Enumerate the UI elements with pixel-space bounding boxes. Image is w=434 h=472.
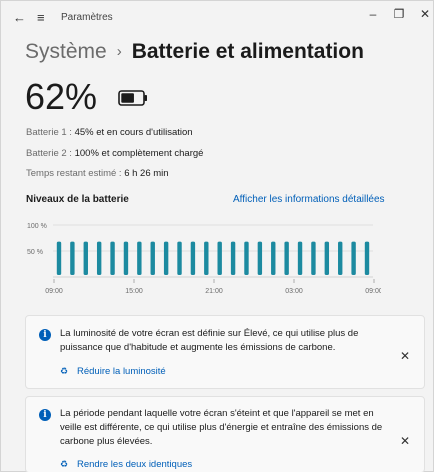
x-tick-label: 03:00 — [285, 288, 303, 295]
info-icon: i — [39, 409, 51, 421]
sleep-timeout-notification: i La période pendant laquelle votre écra… — [25, 396, 425, 472]
battery-bar — [284, 241, 289, 275]
brightness-notification: i La luminosité de votre écran est défin… — [25, 315, 425, 389]
battery-fill — [121, 93, 134, 103]
battery-bar — [177, 241, 182, 275]
battery-bar — [324, 241, 330, 275]
app-title: Paramètres — [61, 12, 113, 23]
battery-levels-title: Niveaux de la batterie — [26, 194, 129, 205]
battery-bar — [364, 241, 370, 275]
notification-text: La période pendant laquelle votre écran … — [60, 408, 383, 447]
battery-bar — [297, 241, 303, 275]
battery-bar — [244, 241, 249, 275]
battery-bar — [150, 241, 155, 275]
battery-2-label: Batterie 2 : — [26, 148, 75, 159]
notification-text: La luminosité de votre écran est définie… — [60, 328, 359, 353]
battery-bar — [83, 241, 88, 275]
x-tick-label: 15:00 — [125, 288, 143, 295]
reduce-brightness-label: Réduire la luminosité — [77, 366, 166, 377]
battery-2-status: Batterie 2 : 100% et complètement chargé — [26, 148, 203, 160]
make-identical-label: Rendre les deux identiques — [77, 459, 193, 470]
x-tick-label: 09:00 — [365, 288, 381, 295]
battery-bar — [123, 241, 129, 275]
breadcrumb-separator: › — [116, 43, 122, 60]
battery-2-value: 100% et complètement chargé — [74, 148, 204, 159]
battery-1-label: Batterie 1 : — [26, 127, 75, 138]
remaining-time: Temps restant estimé : 6 h 26 min — [26, 168, 169, 180]
y-tick-label: 100 % — [27, 223, 47, 230]
page-title: Batterie et alimentation — [131, 40, 364, 63]
remaining-time-value: 6 h 26 min — [124, 168, 169, 179]
hamburger-menu-icon[interactable]: ≡ — [37, 10, 45, 26]
battery-bar — [163, 241, 169, 275]
battery-bar — [70, 241, 75, 275]
battery-bar — [96, 241, 102, 275]
battery-percentage: 62% — [25, 76, 98, 117]
x-tick-label: 21:00 — [205, 288, 223, 295]
battery-1-value: 45% et en cours d'utilisation — [74, 127, 193, 138]
close-button[interactable]: ✕ — [411, 7, 434, 21]
battery-level-chart: 100 % 50 % 09:00 15:00 21:00 03:00 09:00 — [27, 223, 381, 295]
x-tick-label: 09:00 — [45, 288, 63, 295]
remaining-time-label: Temps restant estimé : — [26, 168, 125, 179]
battery-bar — [217, 241, 222, 275]
breadcrumb: Système › Batterie et alimentation — [25, 39, 364, 65]
battery-bar — [338, 241, 343, 275]
title-bar: ← ≡ Paramètres – ❐ ✕ — [1, 1, 434, 35]
make-identical-link[interactable]: ♻ Rendre les deux identiques — [60, 459, 192, 470]
settings-window: ← ≡ Paramètres – ❐ ✕ Système › Batterie et… — [0, 0, 434, 472]
dismiss-close-icon[interactable]: ✕ — [400, 349, 410, 363]
battery-bar — [351, 241, 356, 275]
battery-bar — [311, 241, 316, 275]
dismiss-close-icon[interactable]: ✕ — [400, 434, 410, 448]
battery-bar — [190, 241, 196, 275]
battery-1-status: Batterie 1 : 45% et en cours d'utilisati… — [26, 127, 193, 139]
y-tick-label: 50 % — [27, 249, 43, 256]
leaf-icon: ♻ — [60, 366, 69, 376]
back-arrow-icon[interactable]: ← — [13, 10, 26, 26]
minimize-button[interactable]: – — [359, 7, 387, 21]
leaf-icon: ♻ — [60, 459, 69, 469]
battery-bar — [230, 241, 236, 275]
battery-bar — [204, 241, 209, 275]
battery-bar — [110, 241, 115, 275]
battery-icon — [118, 90, 147, 106]
reduce-brightness-link[interactable]: ♻ Réduire la luminosité — [60, 366, 166, 377]
maximize-button[interactable]: ❐ — [385, 7, 413, 21]
info-icon: i — [39, 329, 51, 341]
detailed-info-link[interactable]: Afficher les informations détaillées — [233, 194, 385, 205]
battery-bar — [56, 241, 62, 275]
battery-bar — [137, 241, 142, 275]
battery-bar — [257, 241, 263, 275]
battery-bar — [271, 241, 276, 275]
breadcrumb-parent[interactable]: Système — [25, 40, 107, 63]
